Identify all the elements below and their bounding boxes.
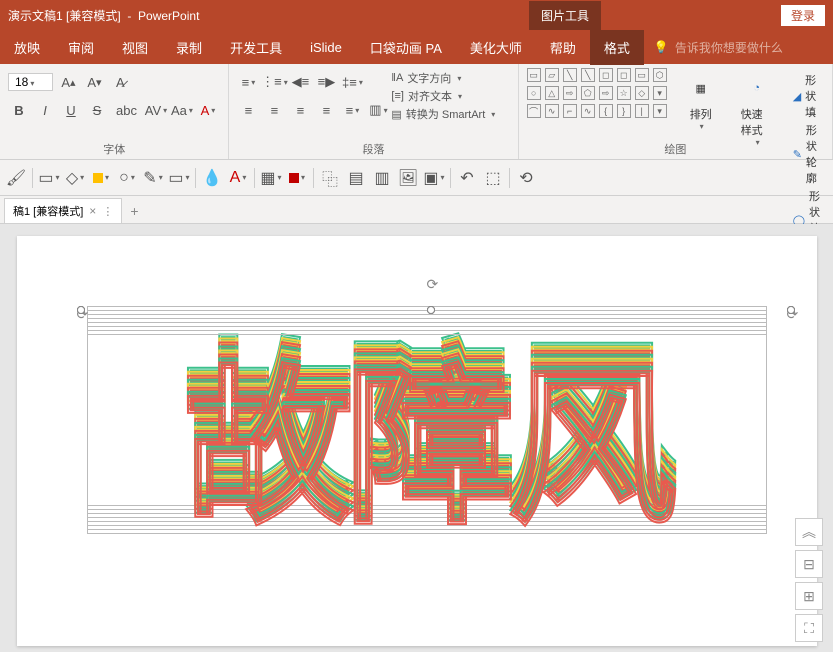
tab-help[interactable]: 帮助 <box>536 30 590 65</box>
font-color-button[interactable]: A▾ <box>197 99 219 121</box>
close-tab-icon[interactable]: × <box>89 204 96 218</box>
change-case-button[interactable]: Aa▾ <box>171 99 193 121</box>
tab-record[interactable]: 录制 <box>162 30 216 65</box>
tab-format[interactable]: 格式 <box>590 30 644 65</box>
tab-slideshow[interactable]: 放映 <box>0 30 54 65</box>
indent-decrease-button[interactable]: ◀≡ <box>289 71 311 93</box>
font-size-input[interactable]: 18▾ <box>8 73 53 91</box>
contextual-tab-label: 图片工具 <box>529 1 601 30</box>
quick-styles-icon: ◔ <box>741 72 773 104</box>
text-direction-button[interactable]: ‖A文字方向 ▾ <box>391 70 495 86</box>
distribute-button[interactable]: ≡▾ <box>341 99 363 121</box>
floating-tools: ︽ ⊟ ⊞ ⛶ <box>795 518 823 642</box>
slide-canvas-area: 故障风 故障风 故障风 故障风 故障风 故障风 故障风 故障风 ⟳ <box>0 224 833 652</box>
numbering-button[interactable]: ⋮≡▾ <box>263 71 285 93</box>
group-label-drawing: 绘图 <box>519 141 832 157</box>
distribute-tool-icon[interactable]: ▥ <box>370 166 394 190</box>
collapse-icon[interactable]: ︽ <box>795 518 823 546</box>
add-tab-button[interactable]: + <box>122 199 146 223</box>
columns-button[interactable]: ▥▾ <box>367 99 389 121</box>
document-title: 演示文稿1 [兼容模式] - PowerPoint <box>8 7 199 24</box>
arrange-icon: ▦ <box>685 72 717 104</box>
italic-button[interactable]: I <box>34 99 56 121</box>
char-spacing-button[interactable]: AV▾ <box>145 99 167 121</box>
tab-view[interactable]: 视图 <box>108 30 162 65</box>
lightbulb-icon: 💡 <box>654 40 669 54</box>
layer-tool-icon[interactable]: ▣▾ <box>422 166 446 190</box>
ribbon: 18▾ A▴ A▾ A̷ B I U S abc AV▾ Aa▾ A▾ 字体 ≡… <box>0 64 833 160</box>
swatch-red-icon[interactable]: ▾ <box>285 166 309 190</box>
rect-tool-icon[interactable]: ▭▾ <box>167 166 191 190</box>
align-text-icon: [≡] <box>391 90 404 102</box>
bullets-button[interactable]: ≡▾ <box>237 71 259 93</box>
align-left-button[interactable]: ≡ <box>237 99 259 121</box>
tab-pa[interactable]: 口袋动画 PA <box>356 30 456 65</box>
group-label-paragraph: 段落 <box>229 141 517 157</box>
align-text-button[interactable]: [≡]对齐文本 ▾ <box>391 88 495 104</box>
resize-handle[interactable] <box>787 306 795 314</box>
decrease-font-icon[interactable]: A▾ <box>83 71 105 93</box>
group-label-font: 字体 <box>0 141 228 157</box>
image-tool-icon[interactable]: 🖼 <box>396 166 420 190</box>
tab-beautify[interactable]: 美化大师 <box>456 30 536 65</box>
title-bar: 演示文稿1 [兼容模式] - PowerPoint 图片工具 登录 <box>0 0 833 30</box>
shape-fill-icon: ◢ <box>793 90 801 103</box>
align-center-button[interactable]: ≡ <box>263 99 285 121</box>
font-color-tool-icon[interactable]: A▾ <box>226 166 250 190</box>
resize-handle[interactable] <box>77 306 85 314</box>
fill-tool-icon[interactable]: ▾ <box>89 166 113 190</box>
shapes-gallery[interactable]: ▭▱╲╲◻◻▭⬡ ○△⇨⬠⇨☆◇▾ ⌒∿⌐∿{}|▾ <box>527 68 669 120</box>
smartart-icon: ▤ <box>391 108 401 121</box>
tab-islide[interactable]: iSlide <box>296 32 356 63</box>
brush-icon[interactable]: 🖌 <box>4 166 28 190</box>
align-guides-icon[interactable]: ⊟ <box>795 550 823 578</box>
tab-review[interactable]: 审阅 <box>54 30 108 65</box>
text-shadow-button[interactable]: abc <box>112 99 141 121</box>
align-tool-icon[interactable]: ▤ <box>344 166 368 190</box>
document-tab[interactable]: 稿1 [兼容模式] × ⋮ <box>4 198 122 223</box>
underline-button[interactable]: U <box>60 99 82 121</box>
quick-styles-button[interactable]: ◔ 快速样式▾ <box>733 68 781 151</box>
tab-developer[interactable]: 开发工具 <box>216 30 296 65</box>
text-direction-icon: ‖A <box>391 72 403 84</box>
stacked-text-boxes[interactable]: 故障风 故障风 故障风 故障风 故障风 故障风 故障风 故障风 ⟳ <box>87 306 767 546</box>
arrange-button[interactable]: ▦ 排列▾ <box>677 68 725 135</box>
duplicate-icon[interactable]: ⿻ <box>318 166 342 190</box>
snap-icon[interactable]: ⊞ <box>795 582 823 610</box>
shape-fill-button[interactable]: ◢形状填 <box>793 72 820 120</box>
strike-button[interactable]: S <box>86 99 108 121</box>
crop-icon[interactable]: ⬚ <box>481 166 505 190</box>
ribbon-tabs: 放映 审阅 视图 录制 开发工具 iSlide 口袋动画 PA 美化大师 帮助 … <box>0 30 833 64</box>
login-button[interactable]: 登录 <box>781 5 825 26</box>
eyedropper-icon[interactable]: 💧 <box>200 166 224 190</box>
color-palette-icon[interactable]: ▦▾ <box>259 166 283 190</box>
outline-tool-icon[interactable]: ○▾ <box>115 166 139 190</box>
line-tool-icon[interactable]: ✎▾ <box>141 166 165 190</box>
clear-format-icon[interactable]: A̷ <box>109 71 131 93</box>
smartart-button[interactable]: ▤转换为 SmartArt ▾ <box>391 106 495 122</box>
shape-gallery-icon[interactable]: ◇▾ <box>63 166 87 190</box>
indent-increase-button[interactable]: ≡▶ <box>315 71 337 93</box>
resize-handle[interactable] <box>427 306 435 314</box>
line-spacing-button[interactable]: ‡≡▾ <box>341 71 363 93</box>
tab-menu-icon[interactable]: ⋮ <box>102 205 113 218</box>
justify-button[interactable]: ≡ <box>315 99 337 121</box>
align-right-button[interactable]: ≡ <box>289 99 311 121</box>
tell-me-search[interactable]: 💡 告诉我你想要做什么 <box>654 39 783 56</box>
slide[interactable]: 故障风 故障风 故障风 故障风 故障风 故障风 故障风 故障风 ⟳ <box>17 236 817 646</box>
rotate-handle-icon[interactable]: ⟳ <box>427 276 441 290</box>
shape-tool-icon[interactable]: ▭▾ <box>37 166 61 190</box>
bold-button[interactable]: B <box>8 99 30 121</box>
undo-alt-icon[interactable]: ↶ <box>455 166 479 190</box>
increase-font-icon[interactable]: A▴ <box>57 71 79 93</box>
fit-icon[interactable]: ⛶ <box>795 614 823 642</box>
